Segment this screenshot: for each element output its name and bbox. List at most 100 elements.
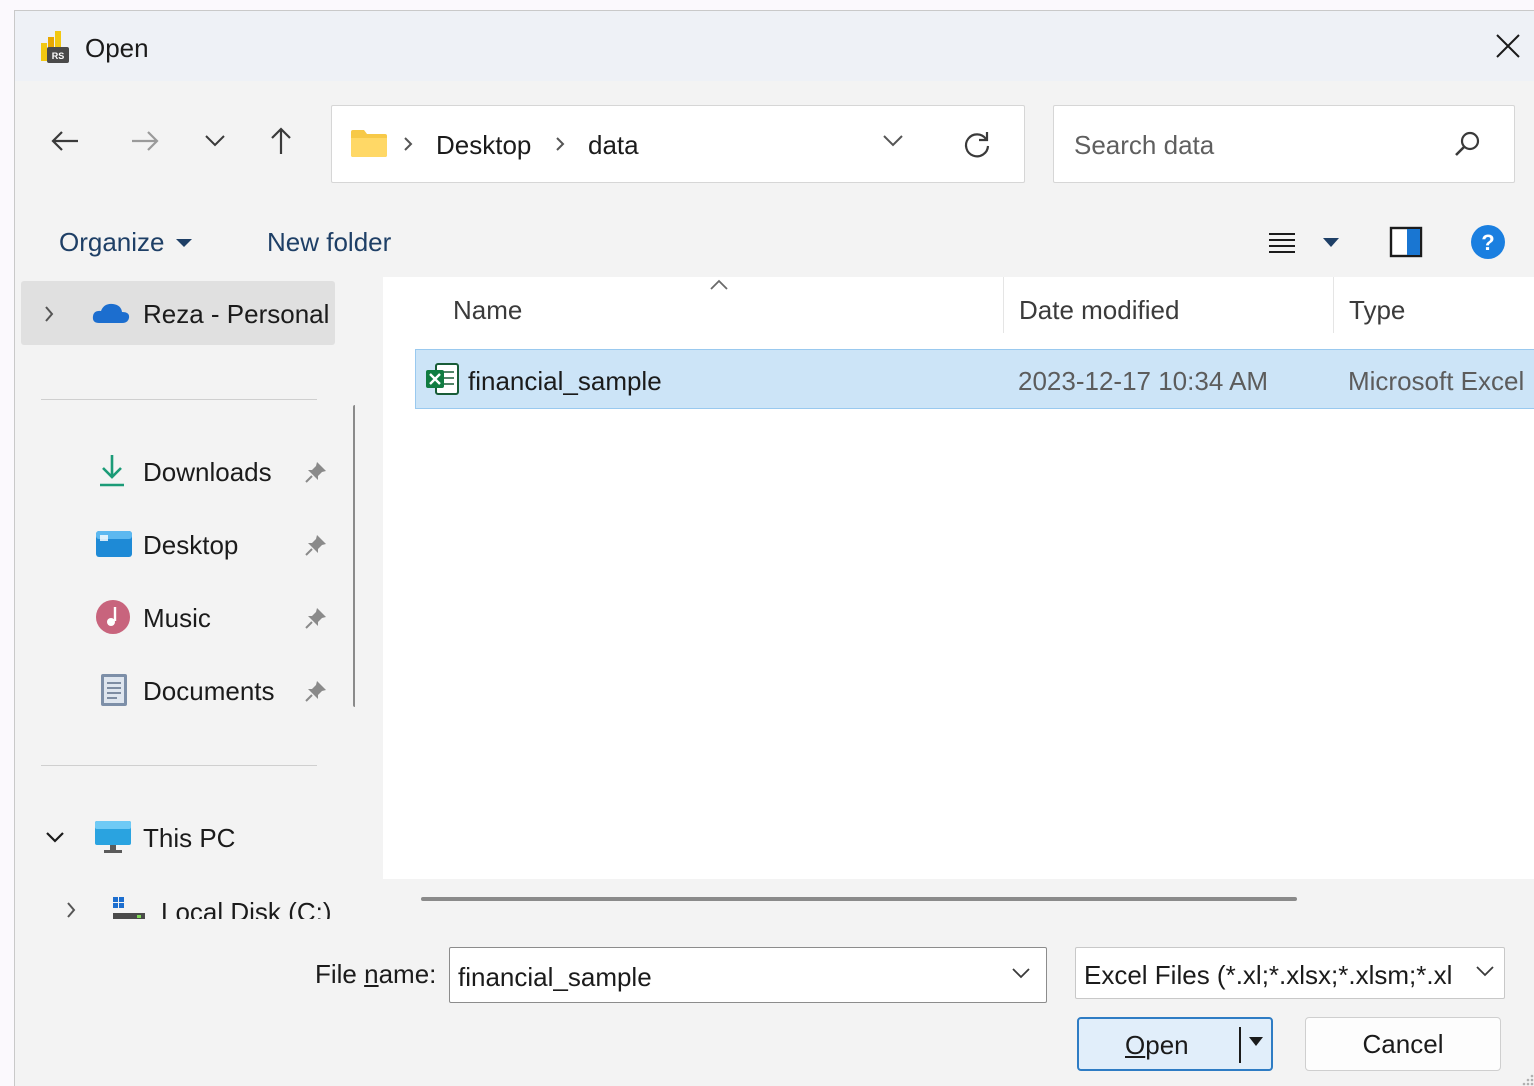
- sidebar-item-label: Reza - Personal: [143, 299, 330, 329]
- breadcrumb-data[interactable]: data: [588, 130, 639, 161]
- app-icon: RS: [41, 31, 69, 63]
- chevron-right-icon: [67, 902, 76, 918]
- column-header-type[interactable]: Type: [1349, 295, 1405, 326]
- help-icon: ?: [1471, 225, 1505, 259]
- dialog-footer: File name: financial_sample Excel Files …: [15, 919, 1534, 1086]
- navigation-bar: Desktop data Search data: [15, 81, 1534, 207]
- sidebar-item-music[interactable]: Music: [15, 585, 345, 649]
- pin-icon[interactable]: [303, 532, 329, 558]
- file-type-select[interactable]: Excel Files (*.xl;*.xlsx;*.xlsm;*.xl: [1075, 947, 1505, 999]
- file-name-label: File name:: [315, 959, 437, 989]
- background-strip: [0, 0, 1534, 10]
- back-button[interactable]: [43, 119, 87, 163]
- open-label: Open: [1125, 1030, 1189, 1060]
- chevron-down-icon: [46, 832, 64, 843]
- search-icon: [1455, 131, 1480, 156]
- resize-grip-icon[interactable]: [1519, 1073, 1534, 1086]
- sidebar-item-documents[interactable]: Documents: [15, 658, 345, 722]
- chevron-right-icon: [404, 137, 413, 151]
- sidebar-item-label: Desktop: [143, 530, 239, 560]
- search-placeholder: Search data: [1074, 130, 1215, 160]
- horizontal-scrollbar[interactable]: [421, 897, 1297, 901]
- chevron-down-icon: [1474, 964, 1496, 978]
- cloud-icon: [92, 303, 130, 323]
- svg-text:RS: RS: [52, 51, 65, 61]
- help-button[interactable]: ?: [1469, 223, 1507, 266]
- window-title: Open: [85, 33, 149, 63]
- divider: [41, 765, 317, 766]
- column-divider[interactable]: [1003, 277, 1004, 333]
- sort-ascending-icon: [710, 279, 728, 290]
- pin-icon[interactable]: [303, 605, 329, 631]
- preview-pane-icon: [1389, 226, 1423, 258]
- sidebar-item-label: Music: [143, 603, 211, 633]
- organize-button[interactable]: Organize: [59, 227, 193, 258]
- computer-icon: [95, 821, 131, 853]
- chevron-down-icon[interactable]: [1010, 966, 1032, 980]
- table-row[interactable]: financial_sample 2023-12-17 10:34 AM Mic…: [415, 349, 1534, 409]
- chevron-down-icon[interactable]: [882, 134, 904, 148]
- title-bar: RS Open: [15, 11, 1534, 81]
- preview-pane-button[interactable]: [1389, 225, 1425, 264]
- arrow-left-icon: [51, 131, 78, 151]
- cancel-button[interactable]: Cancel: [1305, 1017, 1501, 1071]
- navigation-pane: Reza - Personal Downloads Desktop Music …: [15, 277, 355, 919]
- desktop-folder-icon: [96, 531, 132, 557]
- column-header-name[interactable]: Name: [453, 295, 522, 326]
- arrow-right-icon: [132, 131, 159, 151]
- caret-down-icon: [175, 238, 192, 247]
- chevron-right-icon: [556, 137, 565, 151]
- file-name-input[interactable]: financial_sample: [449, 947, 1047, 1003]
- caret-down-icon[interactable]: [1247, 1035, 1265, 1047]
- chevron-down-icon: [205, 135, 225, 147]
- pin-icon[interactable]: [303, 459, 329, 485]
- sidebar-scrollbar[interactable]: [353, 405, 355, 707]
- sidebar-item-this-pc[interactable]: This PC: [15, 805, 345, 869]
- file-list: Name Date modified Type financial_sample…: [383, 277, 1534, 919]
- column-divider[interactable]: [1333, 277, 1334, 333]
- sidebar-item-onedrive[interactable]: Reza - Personal: [21, 281, 335, 345]
- arrow-up-icon: [271, 127, 291, 154]
- divider: [41, 399, 317, 400]
- folder-icon: [351, 130, 387, 157]
- view-options-button[interactable]: [1265, 227, 1345, 262]
- file-name-value: financial_sample: [458, 962, 652, 992]
- up-button[interactable]: [259, 119, 303, 163]
- breadcrumb-desktop[interactable]: Desktop: [436, 130, 531, 161]
- file-name: financial_sample: [468, 366, 662, 396]
- search-input[interactable]: Search data: [1053, 105, 1515, 183]
- chevron-right-icon: [45, 306, 54, 322]
- open-button[interactable]: Open: [1077, 1017, 1273, 1071]
- sidebar-item-label: Downloads: [143, 457, 272, 487]
- sidebar-item-desktop[interactable]: Desktop: [15, 512, 345, 576]
- documents-icon: [101, 674, 127, 706]
- open-dialog: RS Open Desktop data Search data Organiz…: [14, 10, 1534, 1086]
- sidebar-item-label: This PC: [143, 823, 236, 853]
- excel-file-icon: [426, 363, 459, 395]
- file-type: Microsoft Excel: [1348, 366, 1525, 396]
- organize-label: Organize: [59, 227, 165, 257]
- music-icon: [96, 600, 130, 634]
- forward-button[interactable]: [123, 119, 167, 163]
- sidebar-item-label: Local Disk (C:): [161, 897, 332, 919]
- refresh-icon[interactable]: [962, 130, 992, 160]
- sidebar-item-downloads[interactable]: Downloads: [15, 439, 345, 503]
- new-folder-label: New folder: [267, 227, 392, 257]
- new-folder-button[interactable]: New folder: [267, 227, 391, 258]
- address-bar[interactable]: Desktop data: [331, 105, 1025, 183]
- list-view-icon: [1269, 233, 1339, 253]
- download-icon: [100, 455, 124, 487]
- sidebar-item-local-disk[interactable]: Local Disk (C:): [15, 879, 345, 919]
- command-toolbar: Organize New folder ?: [15, 207, 1534, 277]
- close-icon: [1496, 34, 1520, 58]
- column-header-date-modified[interactable]: Date modified: [1019, 295, 1179, 326]
- svg-text:?: ?: [1481, 230, 1494, 255]
- recent-locations-button[interactable]: [193, 119, 237, 163]
- drive-icon: [113, 897, 145, 919]
- sidebar-item-label: Documents: [143, 676, 275, 706]
- horizontal-scroll-track: [383, 879, 1534, 919]
- close-button[interactable]: [1483, 23, 1533, 69]
- file-date-modified: 2023-12-17 10:34 AM: [1018, 366, 1269, 396]
- file-type-value: Excel Files (*.xl;*.xlsx;*.xlsm;*.xl: [1084, 960, 1453, 990]
- pin-icon[interactable]: [303, 678, 329, 704]
